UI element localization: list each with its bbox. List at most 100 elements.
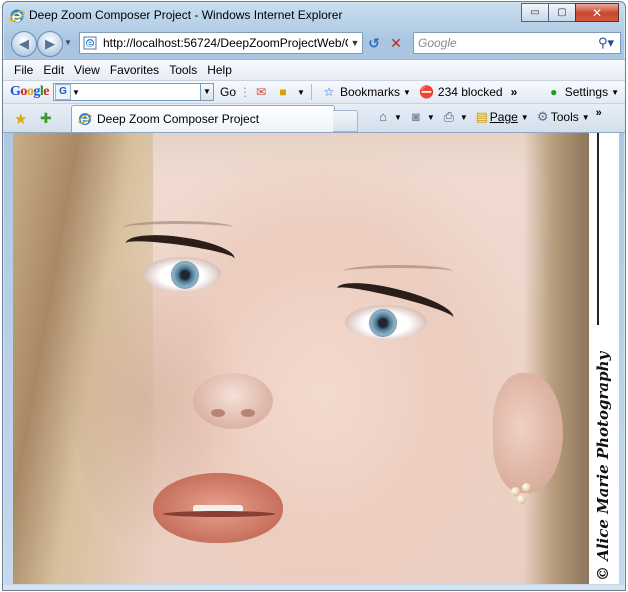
search-box[interactable]: Google ⚲▾: [413, 32, 621, 54]
command-bar: ⌂ ▼ ◙ ▼ ⎙ ▼ ▤ Page ▼ ⚙ Tools ▼ »: [375, 107, 602, 125]
feeds-dropdown-icon[interactable]: ▼: [427, 113, 435, 122]
search-placeholder[interactable]: Google: [418, 36, 592, 50]
menu-favorites[interactable]: Favorites: [107, 63, 162, 77]
menu-tools[interactable]: Tools: [166, 63, 200, 77]
navigation-bar: ◀ ▶ ▼ http://localhost:56724/DeepZoomPro…: [3, 28, 625, 58]
page-icon: ▤: [475, 109, 488, 124]
menu-help[interactable]: Help: [204, 63, 235, 77]
toolbar-separator: [310, 84, 312, 100]
settings-dropdown-icon[interactable]: ▼: [611, 88, 619, 97]
back-arrow-icon: ◀: [19, 36, 29, 51]
maximize-icon: ▢: [557, 7, 567, 18]
settings-icon[interactable]: ●: [546, 85, 562, 99]
popups-blocked-count[interactable]: 234 blocked: [438, 85, 503, 99]
more-buttons-dropdown-icon[interactable]: ▼: [297, 88, 305, 97]
url-text[interactable]: http://localhost:56724/DeepZoomProjectWe…: [103, 36, 348, 50]
google-toolbar: Google G ▼ ▼ Go ⋮ ✉ ■ ▼ ☆ Bookmarks ▼ ⛔ …: [3, 80, 625, 103]
maximize-button[interactable]: ▢: [548, 3, 576, 22]
home-dropdown-icon[interactable]: ▼: [394, 113, 402, 122]
caption-buttons: ▭ ▢ ✕: [521, 3, 619, 22]
google-logo-letter: G: [10, 84, 21, 99]
rss-feed-icon: ◙: [411, 109, 420, 124]
google-search-type-dropdown-icon[interactable]: ▼: [72, 88, 80, 97]
nose: [193, 373, 273, 429]
page-dropdown-icon[interactable]: ▼: [521, 113, 529, 122]
tab-title: Deep Zoom Composer Project: [97, 112, 260, 126]
internet-explorer-icon: [9, 9, 25, 23]
refresh-button[interactable]: ↺: [364, 33, 384, 53]
tools-menu-button[interactable]: ⚙ Tools ▼: [535, 109, 590, 125]
ear: [493, 373, 563, 493]
page-icon: [83, 36, 97, 50]
forward-button[interactable]: ▶: [37, 31, 63, 57]
left-eyebrow: [123, 221, 233, 234]
tab-deep-zoom-composer-project[interactable]: Deep Zoom Composer Project: [71, 105, 335, 132]
page-content[interactable]: © Alice Marie Photography: [13, 133, 619, 584]
page-menu-button[interactable]: ▤ Page ▼: [474, 109, 529, 125]
deep-zoom-image[interactable]: [13, 133, 589, 584]
lip-line: [163, 511, 275, 517]
popup-icon[interactable]: ✉: [253, 85, 269, 99]
title-bar[interactable]: Deep Zoom Composer Project - Windows Int…: [3, 2, 625, 28]
browser-window: Deep Zoom Composer Project - Windows Int…: [2, 1, 626, 591]
menu-bar: File Edit View Favorites Tools Help: [3, 59, 625, 80]
window-title: Deep Zoom Composer Project - Windows Int…: [29, 8, 343, 22]
page-menu-label: Page: [489, 110, 518, 124]
forward-arrow-icon: ▶: [45, 36, 55, 51]
menu-view[interactable]: View: [71, 63, 103, 77]
gear-icon: ⚙: [536, 109, 549, 124]
google-go-button[interactable]: Go: [220, 85, 236, 99]
popup-blocker-icon[interactable]: ⛔: [419, 85, 435, 99]
new-tab-button[interactable]: [333, 110, 358, 132]
add-to-favorites-icon[interactable]: ✚: [40, 110, 52, 127]
print-dropdown-icon[interactable]: ▼: [460, 113, 468, 122]
address-bar[interactable]: http://localhost:56724/DeepZoomProjectWe…: [79, 32, 363, 54]
bookmarks-button[interactable]: Bookmarks: [340, 85, 400, 99]
right-nostril: [241, 409, 255, 417]
close-icon: ✕: [591, 5, 603, 20]
search-icon[interactable]: ⚲▾: [592, 35, 620, 51]
address-dropdown-icon[interactable]: ▼: [348, 38, 362, 48]
favorites-center-star-icon[interactable]: ★: [14, 110, 27, 128]
home-button[interactable]: ⌂ ▼: [375, 109, 402, 125]
close-button[interactable]: ✕: [575, 3, 619, 22]
stop-button[interactable]: ✕: [386, 33, 406, 53]
stop-icon: ✕: [390, 34, 402, 51]
toolbar-overflow-button[interactable]: »: [511, 85, 518, 99]
tab-bar: ★ ✚ Deep Zoom Composer Project ⌂ ▼ ◙ ▼ ⎙ ▼ …: [3, 103, 625, 133]
photographer-watermark: © Alice Marie Photography: [594, 351, 612, 581]
home-icon: ⌂: [379, 109, 387, 124]
bookmarks-dropdown-icon[interactable]: ▼: [403, 88, 411, 97]
feeds-button[interactable]: ◙ ▼: [408, 109, 435, 125]
menu-file[interactable]: File: [11, 63, 36, 77]
toolbar-grip-icon: ⋮: [239, 85, 252, 99]
window-bottom-edge: [3, 585, 625, 590]
print-button[interactable]: ⎙ ▼: [441, 109, 468, 125]
google-search-history-dropdown[interactable]: ▼: [201, 83, 214, 101]
google-g-icon[interactable]: G: [55, 84, 71, 100]
hair-right: [523, 133, 589, 584]
page-icon: [78, 113, 92, 125]
settings-button[interactable]: Settings: [565, 85, 608, 99]
google-search-input[interactable]: G ▼: [53, 83, 201, 101]
menu-edit[interactable]: Edit: [40, 63, 67, 77]
earring: [511, 483, 533, 505]
left-nostril: [211, 409, 225, 417]
minimize-icon: ▭: [530, 7, 540, 18]
earring-gem: [522, 483, 531, 492]
right-eyebrow: [343, 265, 453, 278]
bookmark-star-icon[interactable]: ☆: [321, 85, 337, 99]
printer-icon: ⎙: [443, 109, 455, 124]
refresh-icon: ↺: [368, 34, 380, 51]
google-logo[interactable]: Google: [10, 84, 49, 100]
minimize-button[interactable]: ▭: [521, 3, 549, 22]
earring-gem: [517, 495, 526, 504]
watermark-line: [597, 133, 599, 325]
tools-dropdown-icon[interactable]: ▼: [582, 113, 590, 122]
gmail-icon[interactable]: ■: [275, 85, 291, 99]
recent-pages-dropdown[interactable]: ▼: [64, 38, 72, 47]
google-logo-letter: e: [43, 84, 49, 99]
back-button[interactable]: ◀: [11, 31, 37, 57]
tools-menu-label: Tools: [550, 110, 579, 124]
command-bar-overflow-button[interactable]: »: [596, 107, 602, 119]
